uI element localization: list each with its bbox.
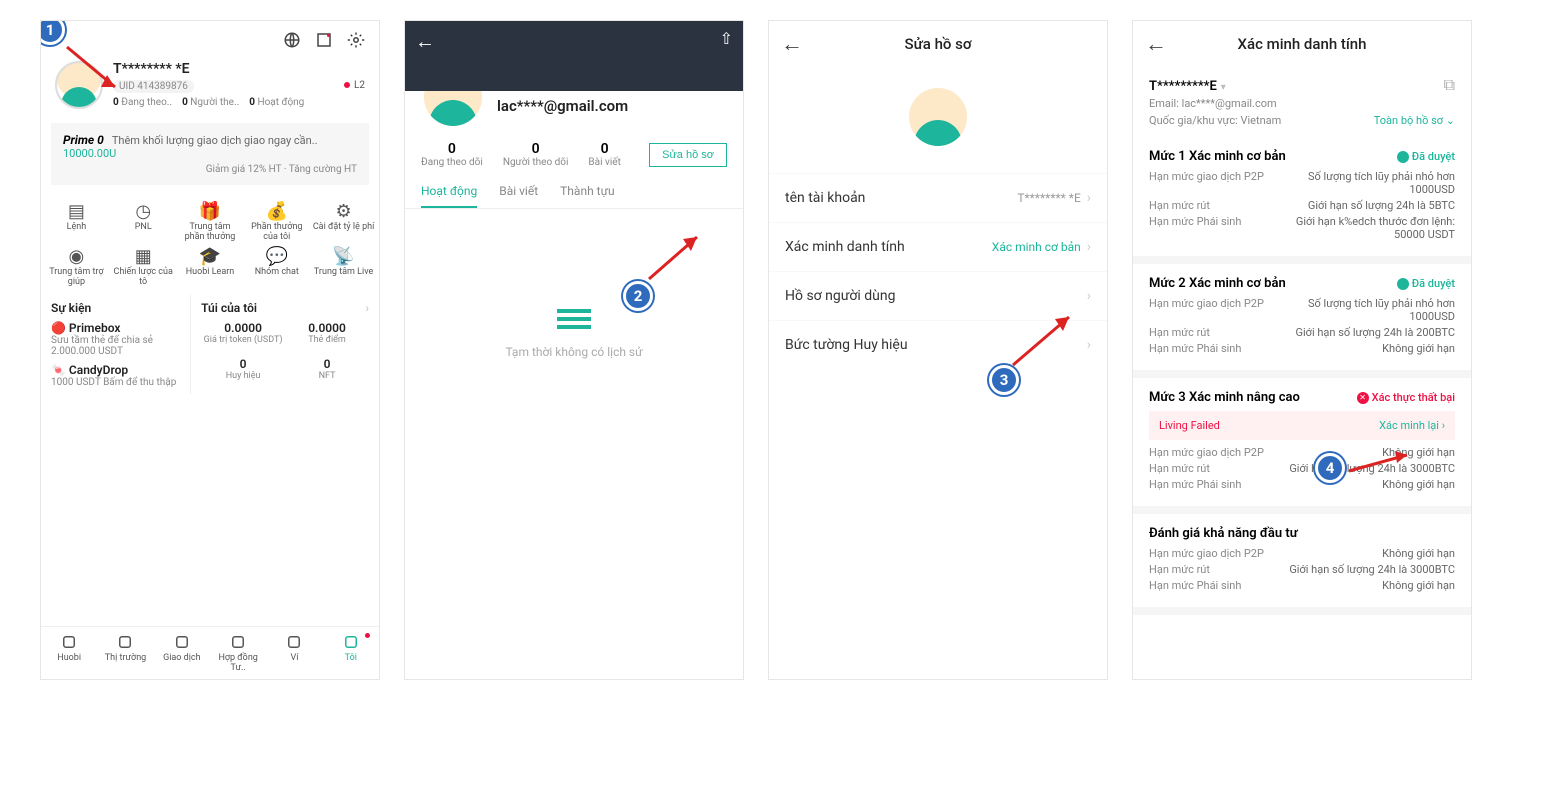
- level-block: Mức 1 Xác minh cơ bảnĐã duyệtHạn mức gia…: [1133, 137, 1471, 264]
- events-title: Sự kiện: [51, 301, 180, 315]
- empty-state: Tạm thời không có lịch sử: [405, 309, 743, 359]
- shortcut-1[interactable]: ◷PNL: [112, 201, 175, 242]
- nav-Hợp đồng Tư..[interactable]: Hợp đồng Tư..: [210, 627, 266, 679]
- follow-stats: 0 Đang theo.. 0 Người the.. 0 Hoạt động: [113, 97, 365, 108]
- event-item[interactable]: 🔴 PrimeboxSưu tầm thẻ để chia sẻ 2.000.0…: [51, 321, 180, 357]
- profile-tabs: Hoạt động Bài viết Thành tựu: [405, 176, 743, 209]
- shortcut-8[interactable]: 💬Nhóm chat: [245, 246, 308, 287]
- edit-profile-button[interactable]: Sửa hồ sơ: [649, 143, 727, 167]
- back-icon[interactable]: ←: [415, 29, 435, 54]
- shortcut-9[interactable]: 📡Trung tâm Live: [312, 246, 375, 287]
- screen-account: 1 T******** *E UID 414389876 L2 0 Đang t…: [40, 20, 380, 680]
- arrow-3: [1007, 309, 1087, 375]
- shortcut-4[interactable]: ⚙Cài đặt tỷ lệ phí: [312, 201, 375, 242]
- back-icon[interactable]: ←: [781, 31, 809, 57]
- globe-icon[interactable]: [283, 31, 301, 53]
- gear-icon[interactable]: [347, 31, 365, 53]
- shortcut-3[interactable]: 💰Phần thưởng của tôi: [245, 201, 308, 242]
- level-block: Đánh giá khả năng đầu tưHạn mức giao dịc…: [1133, 514, 1471, 615]
- profile-email: lac****@gmail.com: [497, 97, 628, 115]
- shortcut-5[interactable]: ◉Trung tâm trợ giúp: [45, 246, 108, 287]
- step-4-badge: 4: [1315, 453, 1345, 483]
- username: T*********E: [1149, 79, 1217, 94]
- shortcut-0[interactable]: ▤Lệnh: [45, 201, 108, 242]
- screen-profile: ← ⇧ lac****@gmail.com 0Đang theo dõi 0Ngư…: [404, 20, 744, 680]
- nav-Thị trường[interactable]: Thị trường: [97, 627, 153, 679]
- nav-Giao dịch[interactable]: Giao dịch: [154, 627, 210, 679]
- level-badge: L2: [344, 80, 365, 91]
- back-icon[interactable]: ←: [1145, 31, 1173, 57]
- shortcut-grid: ▤Lệnh ◷PNL 🎁Trung tâm phần thưởng 💰Phần …: [41, 193, 379, 295]
- nav-Huobi[interactable]: Huobi: [41, 627, 97, 679]
- shortcut-6[interactable]: ▦Chiến lược của tô: [112, 246, 175, 287]
- event-item[interactable]: 🍬 CandyDrop1000 USDT Bấm để thu thập: [51, 363, 180, 388]
- row-Xác minh danh tính[interactable]: Xác minh danh tính Xác minh cơ bản ›: [769, 222, 1107, 271]
- scan-icon[interactable]: [315, 31, 333, 53]
- nav-Tôi[interactable]: Tôi: [323, 627, 379, 679]
- level-block: Mức 3 Xác minh nâng caoXác thực thất bại…: [1133, 378, 1471, 514]
- country-value: Vietnam: [1240, 114, 1281, 127]
- nav-Ví[interactable]: Ví: [266, 627, 322, 679]
- stat-Bài viết[interactable]: 0Bài viết: [588, 141, 620, 168]
- stat-Người theo dõi[interactable]: 0Người theo dõi: [503, 141, 569, 168]
- profile-stats: 0Đang theo dõi 0Người theo dõi 0Bài viết Sử…: [405, 129, 743, 176]
- tab-Hoạt động[interactable]: Hoạt động: [421, 176, 477, 208]
- arrow-2: [643, 229, 713, 289]
- step-3-badge: 3: [989, 365, 1019, 395]
- row-tên tài khoản[interactable]: tên tài khoản T******** *E ›: [769, 173, 1107, 222]
- shortcut-7[interactable]: 🎓Huobi Learn: [179, 246, 242, 287]
- tab-Bài viết[interactable]: Bài viết: [499, 176, 538, 208]
- verify-alert: Living FailedXác minh lại ›: [1149, 411, 1455, 440]
- username: T******** *E: [113, 61, 365, 77]
- level-block: Mức 2 Xác minh cơ bảnĐã duyệtHạn mức gia…: [1133, 264, 1471, 378]
- email-value: lac****@gmail.com: [1182, 97, 1277, 110]
- shortcut-2[interactable]: 🎁Trung tâm phần thưởng: [179, 201, 242, 242]
- avatar[interactable]: [906, 85, 970, 149]
- stat-Đang theo dõi[interactable]: 0Đang theo dõi: [421, 141, 483, 168]
- arrow-1: [63, 43, 133, 103]
- page-title: Sửa hồ sơ: [809, 35, 1067, 53]
- bag-title: Túi của tôi ›: [201, 301, 369, 315]
- copy-icon[interactable]: ⧉: [1444, 75, 1455, 95]
- cover: ← ⇧: [405, 21, 743, 91]
- page-title: Xác minh danh tính: [1173, 35, 1431, 53]
- screen-identity: ← Xác minh danh tính T*********E ▾ ⧉ Ema…: [1132, 20, 1472, 680]
- bottom-nav: Huobi Thị trường Giao dịch Hợp đồng Tư..…: [41, 626, 379, 679]
- share-icon[interactable]: ⇧: [720, 29, 733, 48]
- prime-card[interactable]: Prime 0 Thêm khối lượng giao dịch giao n…: [51, 123, 369, 185]
- step-2-badge: 2: [623, 281, 653, 311]
- full-profile-link[interactable]: Toàn bộ hồ sơ ⌄: [1374, 114, 1455, 127]
- tab-Thành tựu[interactable]: Thành tựu: [560, 176, 614, 208]
- reverify-link[interactable]: Xác minh lại ›: [1379, 419, 1445, 432]
- screen-edit-profile: ← Sửa hồ sơ tên tài khoản T******** *E ›…: [768, 20, 1108, 680]
- arrow-4: [1345, 449, 1425, 479]
